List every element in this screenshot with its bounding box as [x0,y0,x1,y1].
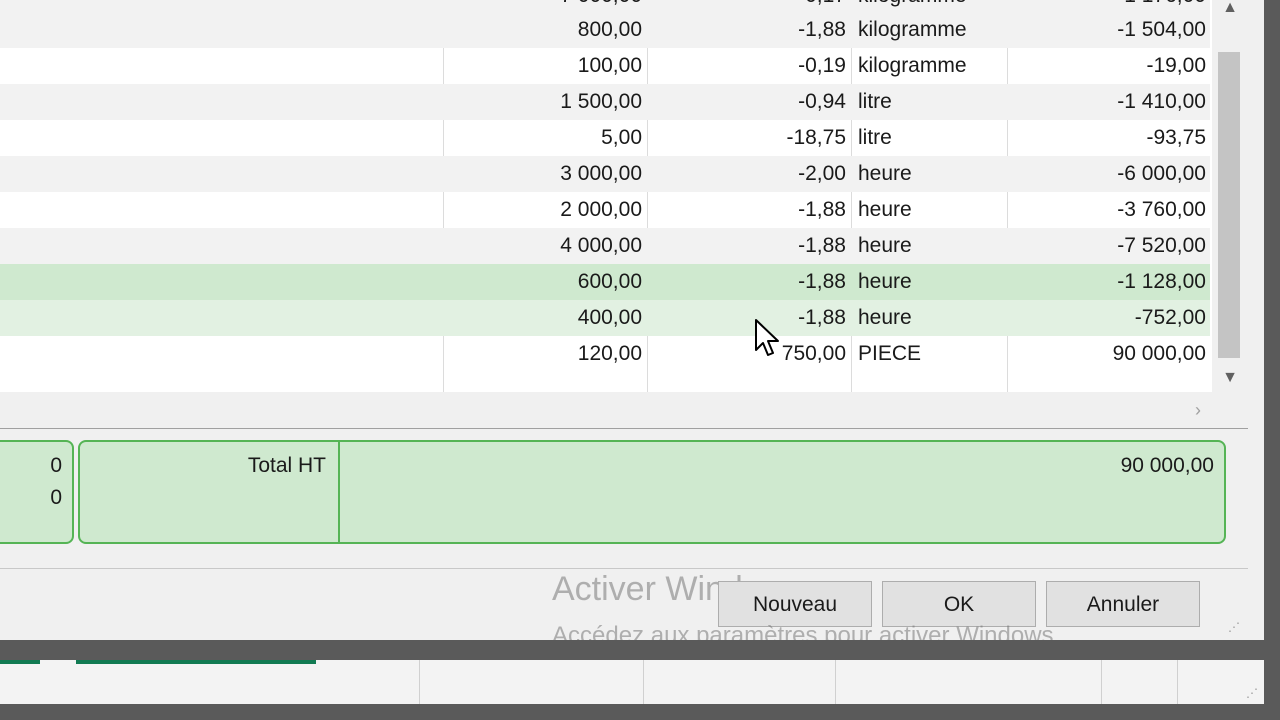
mouse-cursor-icon [755,319,779,356]
line-total-cell[interactable]: -1 504,00 [1008,12,1206,48]
unit-cell[interactable]: heure [858,192,1004,228]
total-ht-label: Total HT [80,442,340,542]
ok-button[interactable]: OK [882,581,1036,627]
unit-cell[interactable]: heure [858,264,1004,300]
scroll-down-arrow-icon[interactable]: ▼ [1212,368,1248,388]
counter-value: 0 [50,454,62,477]
unit-cell[interactable]: heure [858,228,1004,264]
unit-price-cell[interactable]: -2,00 [648,156,846,192]
status-accent [76,660,316,664]
status-accent [0,660,40,664]
status-separator [419,660,420,704]
quantity-cell[interactable]: 1 500,00 [444,84,642,120]
quantity-cell[interactable]: 5,00 [444,120,642,156]
unit-cell[interactable]: kilogramme [858,12,1004,48]
line-total-cell[interactable]: 90 000,00 [1008,336,1206,372]
horizontal-scrollbar[interactable]: › [0,392,1248,428]
table-row[interactable]: 2 000,00 -1,88 heure -3 760,00 [0,192,1210,228]
unit-price-cell[interactable]: -0,19 [648,48,846,84]
table-row-hovered[interactable]: 400,00 -1,88 heure -752,00 [0,300,1210,336]
scroll-thumb[interactable] [1218,52,1240,358]
line-total-cell[interactable]: -6 000,00 [1008,156,1206,192]
table-row-selected[interactable]: 600,00 -1,88 heure -1 128,00 [0,264,1210,300]
quantity-cell[interactable]: 100,00 [444,48,642,84]
unit-cell[interactable]: litre [858,84,1004,120]
table-row[interactable]: 120,00 750,00 PIECE 90 000,00 [0,336,1210,372]
unit-price-cell[interactable]: -1,88 [648,264,846,300]
quantity-cell[interactable]: 600,00 [444,264,642,300]
status-bar: ⋰ [0,660,1264,704]
quantity-cell[interactable]: 400,00 [444,300,642,336]
unit-cell[interactable]: heure [858,156,1004,192]
total-ht-value: 90 000,00 [1120,454,1214,477]
line-total-cell[interactable]: -7 520,00 [1008,228,1206,264]
unit-price-cell[interactable]: -0,94 [648,84,846,120]
resize-grip-icon[interactable]: ⋰ [1246,686,1260,700]
line-total-cell[interactable]: -1 128,00 [1008,264,1206,300]
quantity-cell[interactable]: 3 000,00 [444,156,642,192]
status-separator [1177,660,1178,704]
order-lines-grid: 7 000,00 -0,17 kilogramme -1 176,00 800,… [0,0,1248,429]
unit-cell[interactable]: PIECE [858,336,1004,372]
unit-price-cell[interactable]: -18,75 [648,120,846,156]
line-total-cell[interactable]: -93,75 [1008,120,1206,156]
unit-price-cell[interactable]: -1,88 [648,300,846,336]
table-row[interactable]: 100,00 -0,19 kilogramme -19,00 [0,48,1210,84]
unit-cell[interactable]: kilogramme [858,48,1004,84]
scroll-up-arrow-icon[interactable]: ▲ [1212,0,1248,18]
unit-cell[interactable]: litre [858,120,1004,156]
counter-box: 0 0 [0,440,74,544]
unit-price-cell[interactable]: -1,88 [648,12,846,48]
divider [0,568,1248,569]
order-lines-dialog: 7 000,00 -0,17 kilogramme -1 176,00 800,… [0,0,1264,640]
status-separator [1101,660,1102,704]
counter-value: 0 [50,486,62,509]
unit-price-cell[interactable]: -1,88 [648,228,846,264]
resize-grip-icon[interactable]: ⋰ [1228,620,1242,634]
quantity-cell[interactable]: 4 000,00 [444,228,642,264]
unit-price-cell[interactable]: -1,88 [648,192,846,228]
unit-price-cell[interactable]: 750,00 [648,336,846,372]
table-row[interactable]: 800,00 -1,88 kilogramme -1 504,00 [0,12,1210,48]
unit-cell[interactable]: heure [858,300,1004,336]
status-separator [643,660,644,704]
line-total-cell[interactable]: -3 760,00 [1008,192,1206,228]
vertical-scrollbar[interactable]: ▲ ▼ [1212,0,1248,392]
quantity-cell[interactable]: 120,00 [444,336,642,372]
line-total-cell[interactable]: -19,00 [1008,48,1206,84]
table-row[interactable]: 4 000,00 -1,88 heure -7 520,00 [0,228,1210,264]
quantity-cell[interactable]: 800,00 [444,12,642,48]
cancel-button[interactable]: Annuler [1046,581,1200,627]
total-ht-box: Total HT 90 000,00 [78,440,1226,544]
table-row[interactable]: 1 500,00 -0,94 litre -1 410,00 [0,84,1210,120]
table-row[interactable]: 5,00 -18,75 litre -93,75 [0,120,1210,156]
quantity-cell[interactable]: 2 000,00 [444,192,642,228]
table-row[interactable]: 3 000,00 -2,00 heure -6 000,00 [0,156,1210,192]
new-button[interactable]: Nouveau [718,581,872,627]
scroll-right-arrow-icon[interactable]: › [1184,400,1212,420]
line-total-cell[interactable]: -752,00 [1008,300,1206,336]
status-separator [835,660,836,704]
line-total-cell[interactable]: -1 410,00 [1008,84,1206,120]
